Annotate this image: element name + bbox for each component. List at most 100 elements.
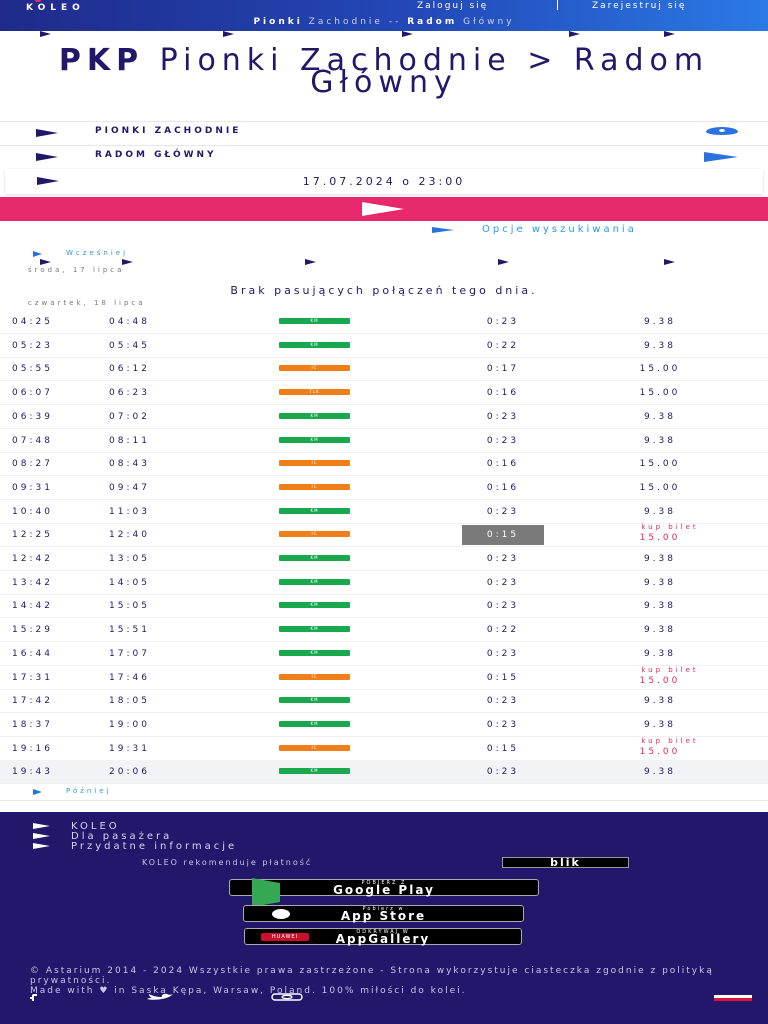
facebook-icon[interactable] bbox=[28, 993, 44, 1001]
swap-arrow-icon[interactable] bbox=[704, 152, 738, 162]
connection-row[interactable]: 16:44 17:07 KM 0:23 9.38 bbox=[0, 642, 768, 666]
arrival-time: 18:05 bbox=[109, 696, 150, 706]
twitter-icon[interactable] bbox=[145, 993, 177, 1001]
connection-row[interactable]: 07:48 08:11 KM 0:23 9.38 bbox=[0, 429, 768, 453]
arrival-time: 08:11 bbox=[109, 436, 150, 446]
price: 9.38 bbox=[643, 317, 677, 327]
datetime-field[interactable]: 17.07.2024 o 23:00 bbox=[5, 169, 763, 194]
price: 15.00 bbox=[639, 676, 681, 686]
app-store-button[interactable]: Pobierz w App Store bbox=[243, 905, 524, 922]
buy-ticket-link[interactable]: kup bilet bbox=[620, 523, 720, 531]
koleo-logo[interactable]: KOLEO bbox=[26, 3, 85, 13]
departure-time: 14:42 bbox=[12, 601, 53, 611]
header-separator bbox=[557, 0, 558, 10]
departure-time: 18:37 bbox=[12, 720, 53, 730]
arrow-icon bbox=[33, 251, 42, 257]
carrier-badge: KM bbox=[279, 697, 350, 703]
arrow-icon bbox=[432, 227, 454, 233]
app-store-label: App Store bbox=[340, 909, 427, 923]
register-link[interactable]: Zarejestruj się bbox=[592, 1, 686, 11]
buy-ticket-link[interactable]: kup bilet bbox=[620, 737, 720, 745]
duration: 0:15 bbox=[486, 744, 520, 754]
app-gallery-button[interactable]: HUAWEI ODKRYWAJ W AppGallery bbox=[244, 928, 522, 945]
departure-time: 06:39 bbox=[12, 412, 53, 422]
from-station-field[interactable]: PIONKI ZACHODNIE bbox=[0, 121, 768, 143]
arrow-icon bbox=[36, 129, 58, 137]
price: 15.00 bbox=[639, 747, 681, 757]
day-label-2: czwartek, 18 lipca bbox=[28, 299, 146, 307]
duration: 0:22 bbox=[486, 341, 520, 351]
google-play-button[interactable]: POBIERZ Z Google Play bbox=[229, 878, 539, 907]
connection-row[interactable]: 17:31 17:46 IC 0:15 kup bilet 15.00 bbox=[0, 666, 768, 690]
connection-row[interactable]: 05:55 06:12 IC 0:17 15.00 bbox=[0, 357, 768, 381]
search-options-link[interactable]: Opcje wyszukiwania bbox=[432, 224, 762, 236]
price: 9.38 bbox=[643, 696, 677, 706]
connection-row[interactable]: 06:07 06:23 TLK 0:16 15.00 bbox=[0, 381, 768, 405]
connection-row[interactable]: 09:31 09:47 IC 0:16 15.00 bbox=[0, 476, 768, 500]
arrow-icon bbox=[36, 153, 58, 161]
connection-row[interactable]: 12:25 12:40 IC 0:15 kup bilet 15.00 bbox=[0, 523, 768, 547]
connection-row[interactable]: 18:37 19:00 KM 0:23 9.38 bbox=[0, 713, 768, 737]
search-button[interactable] bbox=[0, 197, 768, 221]
arrival-time: 07:02 bbox=[109, 412, 150, 422]
price: 9.38 bbox=[643, 649, 677, 659]
duration: 0:16 bbox=[486, 388, 520, 398]
top-bar: KOLEO Zaloguj się Zarejestruj się Pionki… bbox=[0, 0, 768, 31]
carrier-badge: KM bbox=[279, 768, 350, 774]
duration: 0:23 bbox=[486, 720, 520, 730]
arrival-time: 17:46 bbox=[109, 673, 150, 683]
arrival-time: 08:43 bbox=[109, 459, 150, 469]
instagram-icon[interactable] bbox=[271, 993, 303, 1001]
arrow-icon bbox=[33, 823, 50, 829]
breadcrumb-to-rest[interactable]: Główny bbox=[463, 17, 514, 27]
login-link[interactable]: Zaloguj się bbox=[417, 1, 488, 11]
connection-row[interactable]: 19:16 19:31 IC 0:15 kup bilet 15.00 bbox=[0, 737, 768, 761]
arrival-time: 12:40 bbox=[109, 530, 150, 540]
price: 9.38 bbox=[643, 412, 677, 422]
chevron-icon bbox=[122, 259, 133, 265]
duration: 0:15 bbox=[462, 525, 544, 545]
carrier-badge: KM bbox=[279, 437, 350, 443]
connection-row[interactable]: 15:29 15:51 KM 0:22 9.38 bbox=[0, 618, 768, 642]
payment-recommendation: KOLEO rekomenduje płatność bbox=[142, 858, 313, 867]
connection-row[interactable]: 14:42 15:05 KM 0:23 9.38 bbox=[0, 594, 768, 618]
breadcrumb-from-rest[interactable]: Zachodnie bbox=[309, 17, 383, 27]
arrow-icon bbox=[33, 843, 50, 849]
connection-row[interactable]: 08:27 08:43 IC 0:16 15.00 bbox=[0, 452, 768, 476]
price: 15.00 bbox=[639, 459, 681, 469]
connection-row[interactable]: 10:40 11:03 KM 0:23 9.38 bbox=[0, 500, 768, 524]
google-play-label: Google Play bbox=[333, 883, 435, 897]
departure-time: 19:43 bbox=[12, 767, 53, 777]
footer: KOLEO Dla pasażera Przydatne informacje … bbox=[0, 812, 768, 1024]
departure-time: 17:42 bbox=[12, 696, 53, 706]
connection-row[interactable]: 04:25 04:48 KM 0:23 9.38 bbox=[0, 310, 768, 334]
duration: 0:23 bbox=[486, 601, 520, 611]
to-station-field[interactable]: RADOM GŁÓWNY bbox=[0, 145, 768, 167]
arrow-icon bbox=[33, 789, 42, 795]
breadcrumb-from[interactable]: Pionki bbox=[253, 17, 302, 27]
arrival-time: 13:05 bbox=[109, 554, 150, 564]
chevron-icon bbox=[40, 259, 51, 265]
carrier-badge: IC bbox=[279, 365, 350, 371]
chevron-icon bbox=[498, 259, 509, 265]
duration: 0:23 bbox=[486, 436, 520, 446]
buy-ticket-link[interactable]: kup bilet bbox=[620, 666, 720, 674]
arrival-time: 04:48 bbox=[109, 317, 150, 327]
copyright: © Astarium 2014 - 2024 Wszystkie prawa z… bbox=[30, 966, 730, 996]
connection-row[interactable]: 05:23 05:45 KM 0:22 9.38 bbox=[0, 334, 768, 358]
polish-flag-icon[interactable] bbox=[714, 995, 752, 1001]
from-station-value: PIONKI ZACHODNIE bbox=[95, 126, 242, 136]
connection-row[interactable]: 12:42 13:05 KM 0:23 9.38 bbox=[0, 547, 768, 571]
connection-row[interactable]: 06:39 07:02 KM 0:23 9.38 bbox=[0, 405, 768, 429]
duration: 0:23 bbox=[486, 649, 520, 659]
breadcrumb-to[interactable]: Radom bbox=[407, 17, 457, 27]
chevron-row-top bbox=[0, 31, 768, 41]
location-pin-icon[interactable] bbox=[706, 127, 738, 135]
chevron-icon bbox=[223, 31, 234, 37]
connection-row[interactable]: 13:42 14:05 KM 0:23 9.38 bbox=[0, 571, 768, 595]
chevron-icon bbox=[40, 31, 51, 37]
connection-row[interactable]: 19:43 20:06 KM 0:23 9.38 bbox=[0, 760, 768, 784]
connection-row[interactable]: 17:42 18:05 KM 0:23 9.38 bbox=[0, 689, 768, 713]
carrier-badge: KM bbox=[279, 508, 350, 514]
carrier-badge: TLK bbox=[279, 389, 350, 395]
